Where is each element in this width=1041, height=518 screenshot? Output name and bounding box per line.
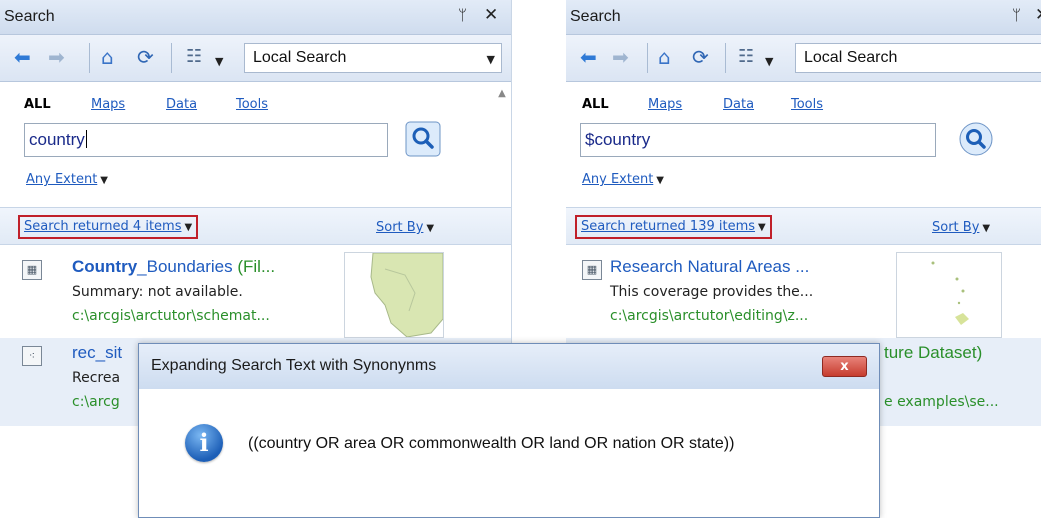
search-input-value: $country: [585, 130, 651, 149]
result-path: c:\arcgis\arctutor\schemat...: [72, 308, 270, 324]
result-summary: Recrea: [72, 370, 121, 386]
result-title[interactable]: Country_Boundaries (Fil...: [72, 257, 275, 277]
close-icon[interactable]: ✕: [484, 5, 498, 25]
close-icon[interactable]: ✕: [1035, 5, 1041, 25]
dialog-message: ((country OR area OR commonwealth OR lan…: [248, 435, 735, 452]
refresh-icon[interactable]: ⟳: [692, 47, 709, 67]
result-type: ture Dataset): [884, 343, 983, 362]
scope-dropdown[interactable]: Local Search: [795, 43, 1041, 73]
sort-by-dropdown[interactable]: Sort By ▼: [932, 220, 990, 235]
view-list-icon[interactable]: ☷: [186, 47, 202, 67]
view-list-icon[interactable]: ☷: [738, 47, 754, 67]
search-input[interactable]: country: [24, 123, 388, 157]
dialog-close-button[interactable]: x: [822, 356, 867, 377]
chevron-down-icon: ▼: [982, 223, 991, 234]
scope-dropdown[interactable]: Local Search ▼: [244, 43, 502, 73]
chevron-down-icon: ▼: [184, 222, 193, 233]
chevron-down-icon: ▼: [100, 175, 108, 186]
raster-dataset-icon: ▦: [582, 260, 602, 280]
pin-icon[interactable]: ᛘ: [1012, 6, 1021, 24]
scope-value: Local Search: [253, 49, 347, 66]
extent-dropdown[interactable]: Any Extent ▼: [26, 172, 108, 187]
chevron-down-icon: ▼: [656, 175, 664, 186]
point-feature-icon: ⁖: [22, 346, 42, 366]
back-arrow-icon[interactable]: ⬅: [580, 47, 597, 67]
extent-label: Any Extent: [582, 172, 654, 187]
panel-title: Search: [4, 8, 55, 25]
refresh-icon[interactable]: ⟳: [137, 47, 154, 67]
toolbar: ⬅ ➡ ⌂ ⟳ ☷ ▼ Local Search: [566, 35, 1041, 82]
result-path: c:\arcgis\arctutor\editing\z...: [610, 308, 809, 324]
result-path: c:\arcg: [72, 394, 120, 410]
result-count-label: Search returned 139 items: [581, 219, 756, 234]
back-arrow-icon[interactable]: ⬅: [14, 47, 31, 67]
result-count-dropdown[interactable]: Search returned 4 items ▼: [18, 215, 199, 239]
result-path: e examples\se...: [884, 394, 999, 410]
search-go-icon[interactable]: [958, 121, 994, 157]
panel-titlebar: Search ᛘ ✕: [0, 0, 511, 35]
sort-by-label: Sort By: [376, 220, 424, 235]
filter-data[interactable]: Data: [723, 97, 754, 112]
filter-maps[interactable]: Maps: [91, 97, 125, 112]
chevron-down-icon: ▼: [426, 223, 435, 234]
pin-icon[interactable]: ᛘ: [458, 6, 467, 24]
home-icon[interactable]: ⌂: [101, 47, 114, 67]
list-item[interactable]: ▦ Country_Boundaries (Fil... Summary: no…: [0, 252, 511, 338]
search-input-value: country: [29, 130, 85, 149]
chevron-down-icon[interactable]: ▼: [215, 52, 223, 72]
extent-label: Any Extent: [26, 172, 98, 187]
result-summary: Summary: not available.: [72, 284, 243, 300]
result-thumbnail: [344, 252, 444, 338]
chevron-down-icon: ▼: [486, 53, 495, 66]
scroll-up-icon[interactable]: ▲: [495, 88, 509, 116]
dialog-body: i ((country OR area OR commonwealth OR l…: [139, 389, 879, 517]
list-item[interactable]: ▦ Research Natural Areas ... This covera…: [566, 252, 1041, 338]
toolbar: ⬅ ➡ ⌂ ⟳ ☷ ▼ Local Search ▼: [0, 35, 511, 82]
dialog-titlebar: Expanding Search Text with Synonynms x: [139, 344, 879, 389]
filter-all[interactable]: ALL: [24, 97, 51, 112]
dialog-title: Expanding Search Text with Synonynms: [151, 357, 437, 374]
filter-all[interactable]: ALL: [582, 97, 609, 112]
result-count-dropdown[interactable]: Search returned 139 items ▼: [575, 215, 772, 239]
close-icon: x: [840, 359, 849, 374]
result-title[interactable]: rec_sit: [72, 343, 122, 363]
forward-arrow-icon[interactable]: ➡: [48, 47, 65, 67]
extent-dropdown[interactable]: Any Extent ▼: [582, 172, 664, 187]
filter-tools[interactable]: Tools: [236, 97, 268, 112]
raster-dataset-icon: ▦: [22, 260, 42, 280]
sort-by-dropdown[interactable]: Sort By ▼: [376, 220, 434, 235]
info-icon: i: [185, 424, 223, 462]
filter-tools[interactable]: Tools: [791, 97, 823, 112]
results-bar: Search returned 4 items ▼ Sort By ▼: [0, 207, 511, 245]
panel-titlebar: Search ᛘ ✕: [566, 0, 1041, 35]
sort-by-label: Sort By: [932, 220, 980, 235]
filter-maps[interactable]: Maps: [648, 97, 682, 112]
scope-value: Local Search: [804, 49, 898, 66]
result-thumbnail: [896, 252, 1002, 338]
result-summary: This coverage provides the...: [610, 284, 814, 300]
text-caret: [85, 130, 87, 148]
search-go-icon[interactable]: [405, 121, 441, 157]
panel-title: Search: [570, 8, 621, 25]
result-count-label: Search returned 4 items: [24, 219, 182, 234]
result-title[interactable]: Research Natural Areas ...: [610, 257, 809, 277]
search-input[interactable]: $country: [580, 123, 936, 157]
chevron-down-icon[interactable]: ▼: [765, 52, 773, 72]
chevron-down-icon: ▼: [758, 222, 766, 233]
forward-arrow-icon[interactable]: ➡: [612, 47, 629, 67]
filter-data[interactable]: Data: [166, 97, 197, 112]
home-icon[interactable]: ⌂: [658, 47, 671, 67]
synonyms-dialog: Expanding Search Text with Synonynms x i…: [138, 343, 880, 518]
results-bar: Search returned 139 items ▼ Sort By ▼: [566, 207, 1041, 245]
